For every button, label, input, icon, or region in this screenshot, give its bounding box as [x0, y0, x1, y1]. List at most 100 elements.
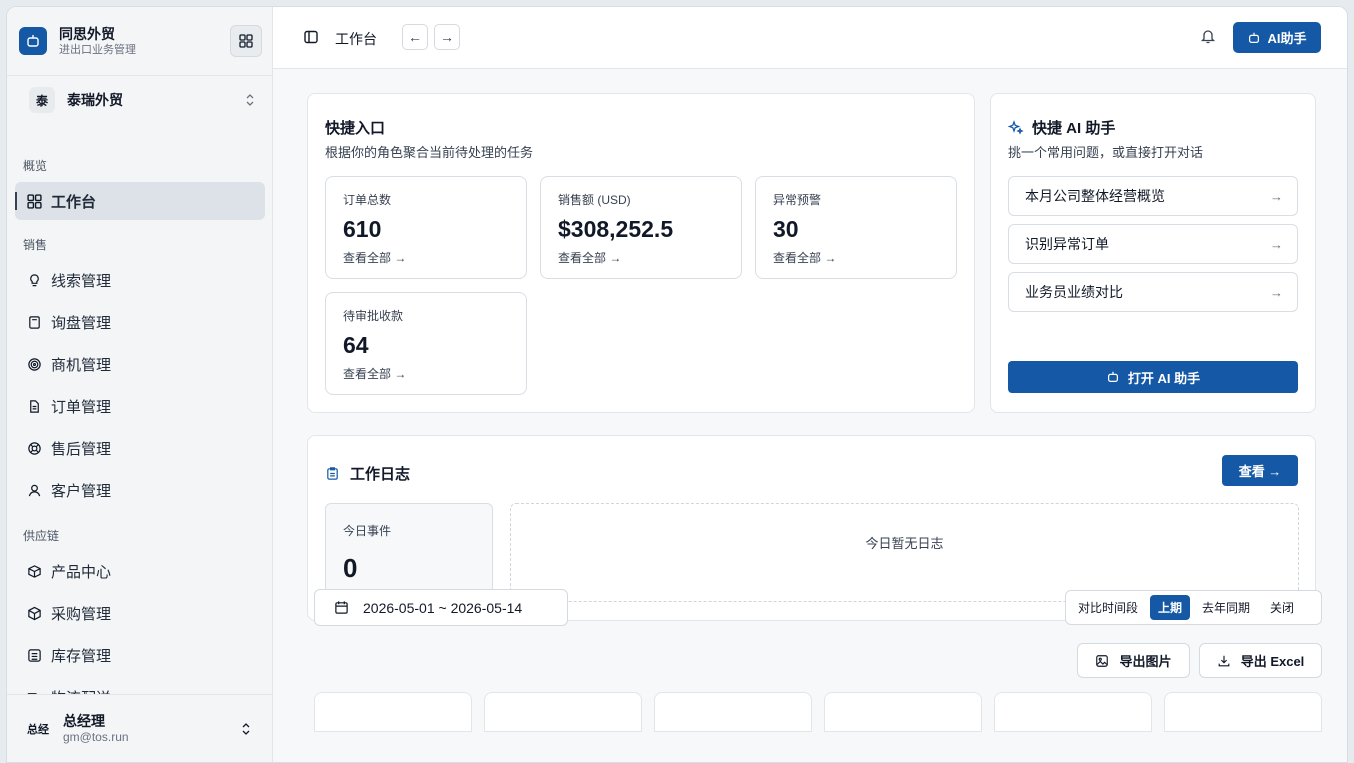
stat-label: 待审批收款	[343, 309, 404, 323]
today-events-box: 今日事件 0	[325, 503, 493, 602]
company-name: 泰瑞外贸	[67, 92, 123, 108]
export-image-button[interactable]: 导出图片	[1077, 643, 1190, 678]
stat-value: $308,252.5	[558, 216, 674, 242]
image-icon	[1096, 654, 1109, 667]
view-all-link[interactable]: 查看全部 →	[343, 249, 526, 266]
export-excel-button[interactable]: 导出 Excel	[1199, 643, 1322, 678]
sidebar-item-procurement[interactable]: 采购管理	[15, 594, 265, 632]
kpi-card[interactable]	[824, 692, 982, 732]
sidebar-icon	[304, 30, 318, 44]
quick-ai-subtitle: 挑一个常用问题，或直接打开对话	[1008, 145, 1204, 160]
stat-card-alerts[interactable]: 异常预警 30 查看全部 →	[755, 176, 957, 279]
sidebar-item-inventory[interactable]: 库存管理	[15, 636, 265, 674]
ai-question-label: 本月公司整体经营概览	[1025, 188, 1165, 204]
user-menu[interactable]: 总经 总经理 gm@tos.run	[7, 694, 272, 762]
notification-button[interactable]	[1199, 27, 1217, 48]
open-ai-label: 打开 AI 助手	[1127, 370, 1201, 386]
compare-option-previous[interactable]: 上期	[1150, 595, 1191, 620]
calculator-icon	[25, 313, 43, 331]
arrow-right-icon: →	[1270, 188, 1283, 204]
page-title: 工作台	[335, 31, 377, 47]
kpi-card[interactable]	[1164, 692, 1322, 732]
quick-ai-title: 快捷 AI 助手	[1032, 120, 1116, 137]
compare-label: 对比时间段	[1078, 601, 1139, 615]
ai-question-label: 识别异常订单	[1025, 236, 1109, 252]
date-range-value: 2026-05-01 ~ 2026-05-14	[363, 599, 523, 616]
compare-option-last-year[interactable]: 去年同期	[1194, 595, 1258, 620]
sidebar-item-dashboard[interactable]: 工作台	[15, 182, 265, 220]
download-icon	[1218, 655, 1230, 666]
stat-label: 销售额 (USD)	[558, 193, 631, 207]
sidebar-item-label: 工作台	[51, 193, 97, 211]
compare-option-off[interactable]: 关闭	[1262, 595, 1302, 620]
sidebar-item-after-sales[interactable]: 售后管理	[15, 429, 265, 467]
company-switcher[interactable]: 泰 泰瑞外贸	[29, 87, 256, 113]
sidebar-item-label: 客户管理	[51, 482, 112, 500]
sidebar-item-inquiries[interactable]: 询盘管理	[15, 303, 265, 341]
chevron-updown-icon	[246, 94, 254, 106]
view-all-link[interactable]: 查看全部 →	[343, 365, 526, 382]
export-excel-label: 导出 Excel	[1240, 654, 1305, 669]
app-switcher-button[interactable]	[230, 25, 262, 57]
sidebar-item-customers[interactable]: 客户管理	[15, 471, 265, 509]
sidebar-item-opportunities[interactable]: 商机管理	[15, 345, 265, 383]
user-icon	[25, 481, 43, 499]
bell-icon	[1200, 30, 1216, 44]
export-image-label: 导出图片	[1119, 654, 1172, 669]
stat-card-orders[interactable]: 订单总数 610 查看全部 →	[325, 176, 527, 279]
sidebar-item-orders[interactable]: 订单管理	[15, 387, 265, 425]
sidebar-item-label: 产品中心	[51, 563, 112, 581]
lightbulb-icon	[25, 271, 43, 289]
view-all-link[interactable]: 查看全部 →	[558, 249, 741, 266]
user-name: 总经理	[63, 712, 105, 729]
grid-icon	[239, 34, 253, 48]
warehouse-icon	[25, 646, 43, 664]
clipboard-icon	[327, 467, 338, 480]
ai-question-item[interactable]: 本月公司整体经营概览 →	[1008, 176, 1298, 216]
stat-card-pending-payments[interactable]: 待审批收款 64 查看全部 →	[325, 292, 527, 395]
forward-button[interactable]: →	[434, 24, 460, 50]
stat-label: 订单总数	[343, 193, 392, 207]
quick-entry-card: 快捷入口 根据你的角色聚合当前待处理的任务 订单总数 610 查看全部 → 销售…	[307, 93, 975, 413]
sidebar-item-label: 售后管理	[51, 440, 112, 458]
brand-subtitle: 进出口业务管理	[59, 43, 136, 56]
avatar: 总经	[27, 723, 49, 736]
quick-ai-card: 快捷 AI 助手 挑一个常用问题，或直接打开对话 本月公司整体经营概览 → 识别…	[990, 93, 1316, 413]
kpi-card[interactable]	[484, 692, 642, 732]
package-icon	[25, 562, 43, 580]
stat-value: 64	[343, 332, 369, 358]
view-all-link[interactable]: 查看全部 →	[773, 249, 956, 266]
kpi-card[interactable]	[994, 692, 1152, 732]
section-supply-chain: 供应链	[23, 529, 60, 543]
ai-question-item[interactable]: 业务员业绩对比 →	[1008, 272, 1298, 312]
stat-label: 异常预警	[773, 193, 822, 207]
sidebar-item-label: 线索管理	[51, 272, 112, 290]
ai-assistant-button[interactable]: AI助手	[1233, 22, 1321, 53]
main-content: 快捷入口 根据你的角色聚合当前待处理的任务 订单总数 610 查看全部 → 销售…	[273, 69, 1347, 762]
top-header: 工作台 ← → AI助手	[273, 7, 1347, 69]
view-work-log-button[interactable]: 查看 →	[1222, 455, 1298, 486]
kpi-card[interactable]	[314, 692, 472, 732]
open-ai-button[interactable]: 打开 AI 助手	[1008, 361, 1298, 393]
sidebar-toggle-button[interactable]	[303, 29, 319, 48]
date-range-picker[interactable]: 2026-05-01 ~ 2026-05-14	[314, 589, 568, 626]
kpi-card[interactable]	[654, 692, 812, 732]
back-button[interactable]: ←	[402, 24, 428, 50]
sidebar-item-leads[interactable]: 线索管理	[15, 261, 265, 299]
sidebar-item-label: 询盘管理	[51, 314, 112, 332]
user-email: gm@tos.run	[63, 729, 129, 744]
sidebar-item-products[interactable]: 产品中心	[15, 552, 265, 590]
stat-card-sales[interactable]: 销售额 (USD) $308,252.5 查看全部 →	[540, 176, 742, 279]
target-icon	[25, 355, 43, 373]
company-badge: 泰	[29, 87, 55, 113]
arrow-left-icon: ←	[408, 29, 422, 45]
ai-assistant-label: AI助手	[1267, 31, 1307, 46]
arrow-right-icon: →	[1270, 236, 1283, 252]
work-log-title: 工作日志	[350, 466, 411, 483]
compare-period-selector: 对比时间段 上期 去年同期 关闭	[1065, 590, 1322, 625]
box-icon	[25, 604, 43, 622]
ai-question-item[interactable]: 识别异常订单 →	[1008, 224, 1298, 264]
ai-question-label: 业务员业绩对比	[1025, 284, 1123, 300]
today-events-value: 0	[343, 553, 358, 583]
empty-log-text: 今日暂无日志	[865, 536, 944, 551]
